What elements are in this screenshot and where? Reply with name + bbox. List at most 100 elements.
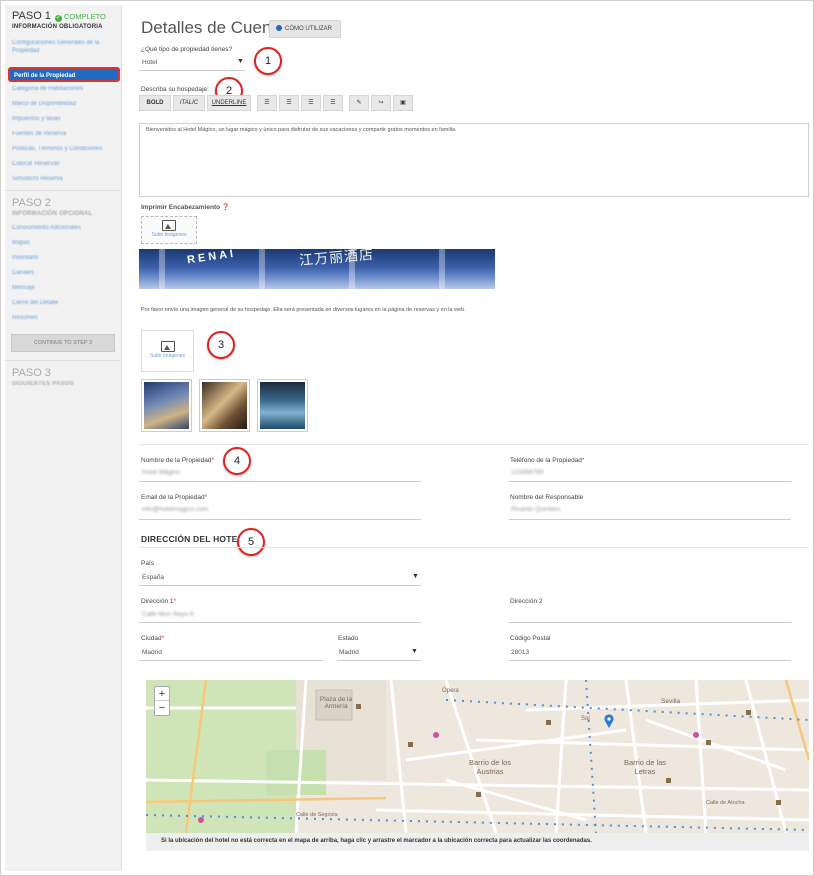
step-subtitle: INFORMACIÓN OPCIONAL [12,211,93,217]
image-icon [162,220,176,231]
image-icon[interactable]: ▣ [393,95,413,111]
sidebar-item-message[interactable]: Mensaje [12,284,114,292]
image-icon [160,341,175,352]
underline-button[interactable]: UNDERLINE [207,95,251,111]
chevron-down-icon: ▼ [411,648,418,655]
sidebar-item-room-categories[interactable]: Categoría de Habitaciones [12,85,114,93]
general-image-upload[interactable]: Subir Imágenes [141,330,194,372]
select-underline [139,70,245,71]
map-label: Sevilla [661,698,681,705]
callout-5: 5 [237,528,265,556]
how-to-use-button[interactable]: CÓMO UTILIZAR [269,20,341,38]
country-select[interactable]: España [142,574,164,581]
map-caption: Si la ubicación del hotel no está correc… [146,833,809,851]
postal-code-input[interactable]: 28013 [511,649,529,656]
bullet-list-icon[interactable]: ☰ [257,95,277,111]
sidebar-item-booking-sources[interactable]: Fuentes de Reserva [12,130,114,138]
zoom-in-button[interactable]: + [155,687,169,701]
info-icon [276,25,282,31]
address2-input[interactable] [509,622,791,623]
editor-toolbar: BOLD ITALIC UNDERLINE ☰ ☰ ☰ ☰ ✎ ↪ ▣ [139,95,415,111]
email-input[interactable]: info@hotelmagico.com [142,506,208,513]
italic-button[interactable]: ITALIC [173,95,205,111]
sidebar-item-availability[interactable]: Marco de Disponibilidad [12,100,114,108]
map-zoom-control: + − [154,686,170,716]
numbered-list-icon[interactable]: ☰ [279,95,299,111]
postal-code-label: Código Postal [510,635,551,642]
header-image-upload[interactable]: Subir Imágenes [141,216,197,244]
input-underline [509,660,791,661]
map-label: Barrio de las Letras [623,758,667,776]
callout-4: 4 [223,447,251,475]
sidebar-item-inventory[interactable]: Inventario [12,254,114,262]
pencil-icon[interactable]: ✎ [349,95,369,111]
input-underline [509,481,791,482]
sidebar-item-closing[interactable]: Cierre del Detalle [12,299,114,307]
select-underline [337,660,421,661]
step-title: PASO 1 [12,10,51,22]
map-label: Calle de Segovia [296,812,338,818]
property-name-input[interactable]: Hotel Mágico [142,469,180,476]
property-type-select[interactable]: Hotel [142,59,157,66]
step-subtitle: INFORMACIÓN OBLIGATORIA [12,24,103,30]
sidebar: PASO 1 ✓ COMPLETO INFORMACIÓN OBLIGATORIA … [5,5,122,871]
sidebar-item-maps[interactable]: Mapas [12,239,114,247]
redo-icon[interactable]: ↪ [371,95,391,111]
divider [5,190,121,191]
gallery-thumbnail-exterior[interactable] [141,379,192,432]
sidebar-item-taxes[interactable]: Impuestos y tasas [12,115,114,123]
manager-label: Nombre del Responsable [510,494,584,501]
city-label: Ciudad* [141,635,165,642]
step-subtitle: SIGUIENTES PASOS [12,381,74,387]
city-input[interactable]: Madrid [142,649,162,656]
outdent-icon[interactable]: ☰ [301,95,321,111]
callout-1: 1 [254,47,282,75]
general-image-instruction: Por favor envíe una imagen general de su… [141,307,466,313]
divider [139,444,809,445]
map-tiles [146,680,809,833]
address2-label: Dirección 2 [510,598,543,605]
step-1-header: PASO 1 ✓ COMPLETO INFORMACIÓN OBLIGATORIA [5,5,121,30]
sidebar-item-policies[interactable]: Políticas, Términos y Condiciones [12,145,114,153]
property-type-label: ¿Qué tipo de propiedad tienes? [141,46,233,53]
location-map[interactable]: + − Plaza de la Armería Barrio de los Aus… [146,680,809,833]
address1-input[interactable]: Calle Mon Reyo 6 [142,611,194,618]
description-textarea[interactable]: Bienvenidos al Hotel Mágico, un lugar má… [139,123,809,197]
input-underline [509,519,791,520]
gallery-thumbnail-room[interactable] [199,379,250,432]
manager-input[interactable]: Ricardo Quintero [511,506,560,513]
state-select[interactable]: Madrid [339,649,359,656]
step-title: PASO 3 [12,367,51,379]
property-name-label: Nombre de la Propiedad* [141,457,214,464]
zoom-out-button[interactable]: − [155,701,169,715]
sidebar-item-general-settings[interactable]: Configuraciones Generales de la Propieda… [12,39,114,55]
callout-3: 3 [207,331,235,359]
step-title: PASO 2 [12,197,51,209]
header-image-label: Imprimir Encabezamiento ❓ [141,204,231,211]
step-1-nav: Configuraciones Generales de la Propieda… [5,39,121,183]
page-title: Detalles de Cuenta [141,18,286,37]
indent-icon[interactable]: ☰ [323,95,343,111]
bold-button[interactable]: BOLD [139,95,171,111]
header-image-preview: RENAI 江万丽酒店 [139,249,495,289]
step-2-header: PASO 2 INFORMACIÓN OPCIONAL [5,197,121,217]
map-label: Calle de Atocha [706,800,745,806]
input-underline [139,519,421,520]
location-marker-icon[interactable] [604,714,614,728]
input-underline [139,622,421,623]
sidebar-item-channels[interactable]: Canales [12,269,114,277]
map-label: Ópera [442,688,459,694]
country-label: País [141,560,155,567]
sidebar-item-place-reservations[interactable]: Colocar Reservas [12,160,114,168]
sidebar-item-additional[interactable]: Conocimiento Adicionales [12,224,114,232]
sidebar-item-mock-reservation[interactable]: Simulacro Reserva [12,175,114,183]
gallery-thumbnail-pool[interactable] [257,379,308,432]
sidebar-item-summary[interactable]: Resumen [12,314,114,322]
continue-step-3-button[interactable]: CONTINUE TO STEP 3 [11,334,115,352]
phone-input[interactable]: 123456789 [511,469,544,476]
address1-label: Dirección 1* [141,598,177,605]
check-icon: ✓ [54,15,62,22]
sidebar-item-property-profile[interactable]: Perfil de la Propiedad [8,67,120,82]
input-underline [139,481,421,482]
divider [5,360,121,361]
